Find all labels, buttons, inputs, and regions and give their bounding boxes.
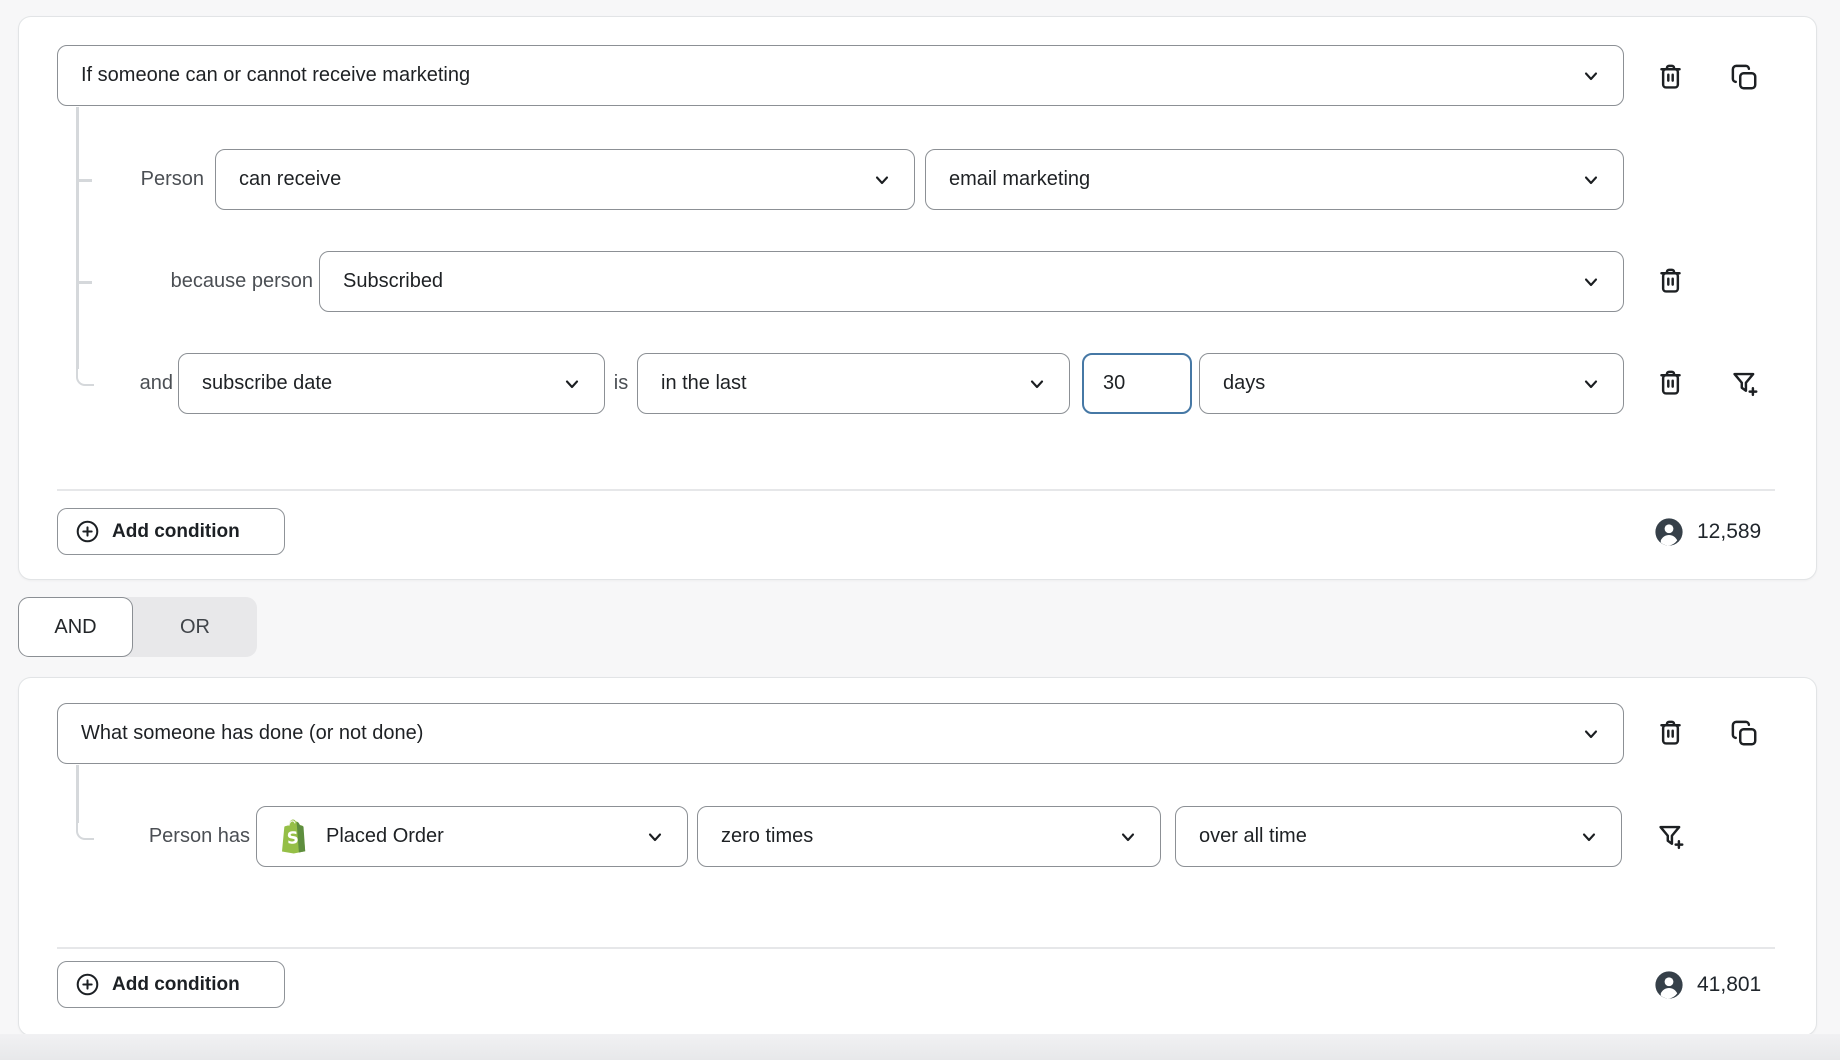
connector-or-button[interactable]: OR (133, 597, 257, 657)
delete-row-button[interactable] (1652, 263, 1688, 299)
connector-and-button[interactable]: AND (18, 597, 133, 657)
marketing-ability-select[interactable]: can receive (215, 149, 915, 210)
chevron-down-icon (1118, 827, 1138, 847)
timeframe-value: over all time (1199, 825, 1307, 848)
segment-count: 41,801 (1652, 961, 1761, 1008)
duplicate-condition-button[interactable] (1726, 715, 1762, 751)
date-field-value: subscribe date (202, 372, 332, 395)
trash-icon (1655, 718, 1686, 749)
profile-count-value: 41,801 (1697, 973, 1761, 997)
date-operator-select[interactable]: in the last (637, 353, 1070, 414)
row-label-person-has: Person has (40, 806, 250, 867)
date-unit-select[interactable]: days (1199, 353, 1624, 414)
condition-type-select[interactable]: What someone has done (or not done) (57, 703, 1624, 764)
tree-connector-line (76, 107, 79, 369)
filter-plus-icon (1729, 368, 1760, 399)
condition-type-value: What someone has done (or not done) (81, 722, 423, 745)
duplicate-condition-button[interactable] (1726, 59, 1762, 95)
delete-row-button[interactable] (1652, 365, 1688, 401)
date-amount-input[interactable] (1082, 353, 1192, 414)
metric-value: Placed Order (326, 825, 444, 848)
chevron-down-icon (1027, 374, 1047, 394)
date-field-select[interactable]: subscribe date (178, 353, 605, 414)
add-condition-button[interactable]: Add condition (57, 961, 285, 1008)
frequency-value: zero times (721, 825, 813, 848)
add-condition-label: Add condition (112, 974, 240, 996)
delete-condition-button[interactable] (1652, 59, 1688, 95)
segment-count: 12,589 (1652, 508, 1761, 555)
add-condition-button[interactable]: Add condition (57, 508, 285, 555)
consent-reason-value: Subscribed (343, 270, 443, 293)
date-unit-value: days (1223, 372, 1265, 395)
copy-icon (1729, 718, 1760, 749)
row-label-because-person: because person (40, 251, 313, 312)
group-divider (57, 947, 1775, 949)
segment-builder: If someone can or cannot receive marketi… (0, 0, 1840, 1060)
chevron-down-icon (1581, 66, 1601, 86)
frequency-select[interactable]: zero times (697, 806, 1161, 867)
row-label-and: and (40, 353, 173, 414)
row-label-is: is (601, 353, 641, 414)
chevron-down-icon (1581, 374, 1601, 394)
delete-condition-button[interactable] (1652, 715, 1688, 751)
metric-select[interactable]: S Placed Order (256, 806, 688, 867)
marketing-channel-select[interactable]: email marketing (925, 149, 1624, 210)
profile-count-value: 12,589 (1697, 520, 1761, 544)
trash-icon (1655, 266, 1686, 297)
filter-plus-icon (1655, 821, 1686, 852)
marketing-channel-value: email marketing (949, 168, 1090, 191)
row-label-person: Person (40, 149, 204, 210)
add-filter-button[interactable] (1652, 818, 1688, 854)
timeframe-select[interactable]: over all time (1175, 806, 1622, 867)
chevron-down-icon (1581, 272, 1601, 292)
copy-icon (1729, 62, 1760, 93)
consent-reason-select[interactable]: Subscribed (319, 251, 1624, 312)
marketing-ability-value: can receive (239, 168, 341, 191)
chevron-down-icon (562, 374, 582, 394)
add-condition-label: Add condition (112, 521, 240, 543)
person-count-icon (1652, 515, 1686, 549)
chevron-down-icon (1581, 724, 1601, 744)
svg-text:S: S (286, 828, 299, 848)
condition-type-value: If someone can or cannot receive marketi… (81, 64, 470, 87)
shopify-icon: S (275, 817, 311, 857)
chevron-down-icon (1581, 170, 1601, 190)
group-divider (57, 489, 1775, 491)
plus-circle-icon (74, 518, 101, 545)
chevron-down-icon (1579, 827, 1599, 847)
trash-icon (1655, 62, 1686, 93)
person-count-icon (1652, 968, 1686, 1002)
plus-circle-icon (74, 971, 101, 998)
add-filter-button[interactable] (1726, 365, 1762, 401)
condition-type-select[interactable]: If someone can or cannot receive marketi… (57, 45, 1624, 106)
bottom-scroll-shade (0, 1034, 1840, 1060)
chevron-down-icon (645, 827, 665, 847)
trash-icon (1655, 368, 1686, 399)
date-operator-value: in the last (661, 372, 747, 395)
chevron-down-icon (872, 170, 892, 190)
